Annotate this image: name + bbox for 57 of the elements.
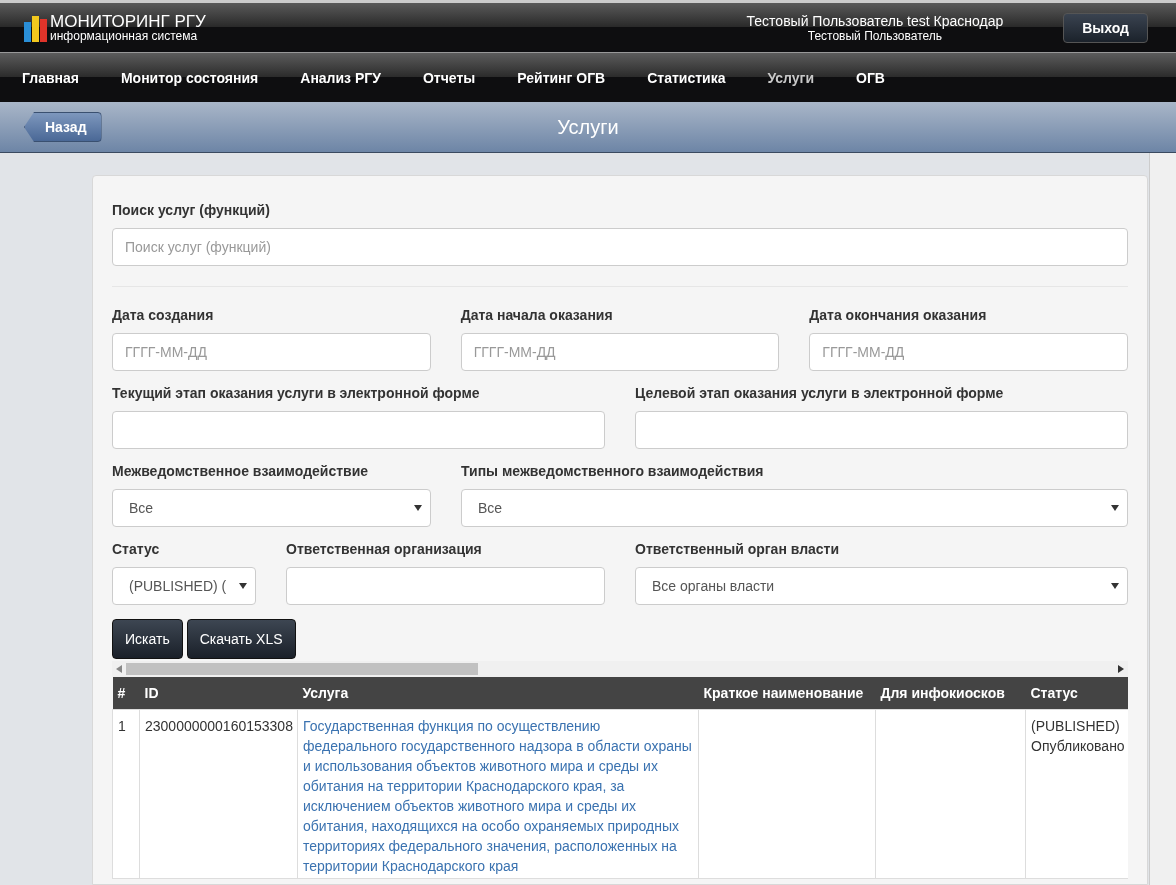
nav-item[interactable]: Рейтинг ОГВ	[517, 69, 606, 86]
action-button[interactable]: Искать	[112, 619, 183, 659]
column-header: #	[112, 677, 140, 710]
nav-item[interactable]: Статистика	[647, 69, 726, 86]
nav-item[interactable]: ОГВ	[856, 69, 885, 86]
scroll-right-icon[interactable]	[1118, 665, 1124, 673]
caret-icon	[1111, 505, 1119, 511]
input-field[interactable]: ГГГГ-ММ-ДД	[112, 333, 431, 371]
nav-item[interactable]: Анализ РГУ	[300, 69, 381, 86]
input-field[interactable]: ГГГГ-ММ-ДД	[809, 333, 1128, 371]
search-field[interactable]: Поиск услуг (функций)	[112, 228, 1128, 266]
column-header: Статус	[1025, 677, 1128, 710]
field-label: Целевой этап оказания услуги в электронной форме	[635, 385, 1005, 401]
nav-item[interactable]: Монитор состояния	[120, 69, 259, 86]
field-label: Статус	[112, 541, 161, 557]
caret-icon	[414, 505, 422, 511]
field-label: Типы межведомственного взаимодействия	[461, 463, 765, 479]
input-field[interactable]: ГГГГ-ММ-ДД	[460, 333, 780, 371]
field-label: Ответственный орган власти	[635, 541, 841, 557]
scroll-left-icon[interactable]	[116, 665, 122, 673]
input-field[interactable]	[635, 411, 1128, 449]
user-role: Тестовый Пользователь	[807, 28, 943, 43]
table-cell: 2300000000160153308	[145, 718, 293, 734]
input-field[interactable]	[112, 411, 605, 449]
scrollbar[interactable]	[112, 661, 1128, 677]
column-header: Для инфокиосков	[875, 677, 1026, 710]
nav-item[interactable]: Отчеты	[422, 69, 476, 86]
caret-icon	[1111, 583, 1119, 589]
field-label: Дата окончания оказания	[809, 307, 988, 323]
table-cell: (PUBLISHED) Опубликовано	[1031, 718, 1125, 754]
field-label: Дата начала оказания	[460, 307, 614, 323]
nav-item[interactable]: Услуги	[767, 69, 815, 86]
table-cell: 1	[118, 718, 126, 734]
dropdown[interactable]: Все органы власти	[635, 567, 1128, 605]
user-name: Тестовый Пользователь test Краснодар	[746, 12, 1004, 29]
field-label: Ответственная организация	[286, 541, 483, 557]
field-label: Поиск услуг (функций)	[112, 202, 271, 218]
field-label: Межведомственное взаимодействие	[112, 463, 370, 479]
logo-title: МОНИТОРИНГ РГУ	[50, 13, 206, 30]
action-button[interactable]: Скачать XLS	[186, 619, 296, 659]
logout-button[interactable]: Выход	[1063, 12, 1148, 43]
dropdown[interactable]: Все	[112, 489, 431, 527]
back-button[interactable]: Назад	[24, 112, 102, 142]
field-label: Текущий этап оказания услуги в электронной форме	[112, 385, 481, 401]
column-header: ID	[139, 677, 298, 710]
page-scrollbar[interactable]	[1149, 153, 1176, 885]
dropdown[interactable]: (PUBLISHED) (	[112, 567, 256, 605]
bar-chart-icon	[24, 13, 48, 42]
logo-subtitle: информационная система	[50, 30, 199, 42]
column-header: Услуга	[297, 677, 699, 710]
nav-item[interactable]: Главная	[22, 69, 79, 86]
page-title: Услуги	[557, 115, 619, 139]
input-field[interactable]	[286, 567, 605, 605]
column-header: Краткое наименование	[698, 677, 876, 710]
field-label: Дата создания	[112, 307, 215, 323]
caret-icon	[239, 583, 247, 589]
dropdown[interactable]: Все	[461, 489, 1128, 527]
